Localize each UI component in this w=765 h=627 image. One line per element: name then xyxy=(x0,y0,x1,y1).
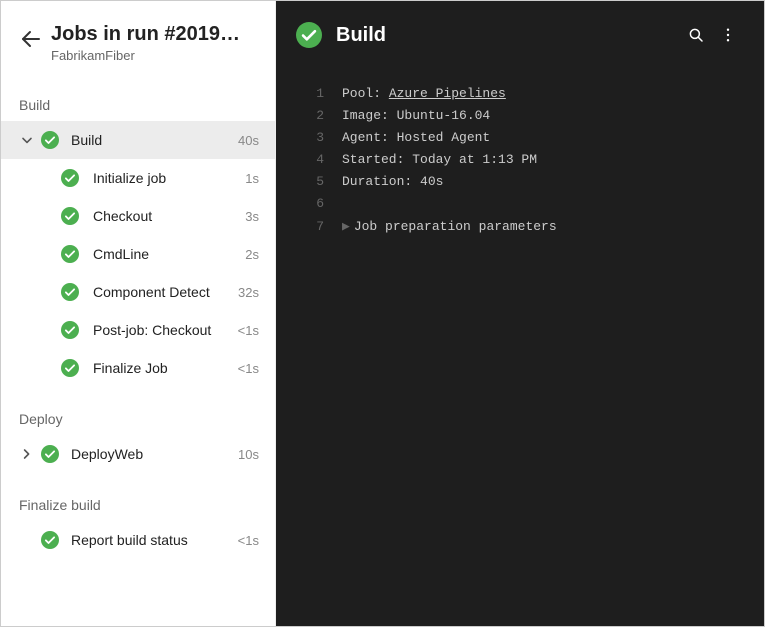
search-icon xyxy=(687,26,705,44)
caret-right-icon[interactable]: ▶ xyxy=(342,216,350,238)
step-duration: 1s xyxy=(245,171,259,186)
line-number: 3 xyxy=(294,127,324,149)
line-number: 7 xyxy=(294,216,324,238)
success-check-icon xyxy=(61,283,79,301)
step-duration: 2s xyxy=(245,247,259,262)
line-number: 4 xyxy=(294,149,324,171)
section-label: Build xyxy=(1,73,275,121)
log-line: 3Agent: Hosted Agent xyxy=(294,127,746,149)
step-name: Checkout xyxy=(93,208,239,224)
step-name: Initialize job xyxy=(93,170,239,186)
search-button[interactable] xyxy=(680,19,712,51)
log-header: Build xyxy=(276,1,764,59)
sidebar-header: Jobs in run #20191… FabrikamFiber xyxy=(1,1,275,73)
step-row[interactable]: Checkout 3s xyxy=(1,197,275,235)
step-row[interactable]: Component Detect 32s xyxy=(1,273,275,311)
success-check-icon xyxy=(61,245,79,263)
chevron-down-icon[interactable] xyxy=(19,132,35,148)
log-line: 2Image: Ubuntu-16.04 xyxy=(294,105,746,127)
job-name: Build xyxy=(71,132,232,148)
job-duration: <1s xyxy=(238,533,259,548)
step-duration: 32s xyxy=(238,285,259,300)
success-check-icon xyxy=(61,321,79,339)
log-line: 4Started: Today at 1:13 PM xyxy=(294,149,746,171)
log-link[interactable]: Azure Pipelines xyxy=(389,86,506,101)
log-body[interactable]: 1Pool: Azure Pipelines2Image: Ubuntu-16.… xyxy=(276,59,764,262)
step-duration: <1s xyxy=(238,361,259,376)
step-row[interactable]: Initialize job 1s xyxy=(1,159,275,197)
back-arrow-icon[interactable] xyxy=(19,27,43,51)
log-title: Build xyxy=(336,24,680,47)
step-row[interactable]: Post-job: Checkout <1s xyxy=(1,311,275,349)
job-duration: 40s xyxy=(238,133,259,148)
job-row[interactable]: DeployWeb 10s xyxy=(1,435,275,473)
step-duration: <1s xyxy=(238,323,259,338)
log-line: 6 xyxy=(294,193,746,215)
job-row[interactable]: Build 40s xyxy=(1,121,275,159)
more-vertical-icon xyxy=(719,26,737,44)
page-title: Jobs in run #20191… xyxy=(51,23,251,46)
success-check-icon xyxy=(296,22,322,48)
step-row[interactable]: CmdLine 2s xyxy=(1,235,275,273)
job-name: Report build status xyxy=(71,532,232,548)
step-name: Component Detect xyxy=(93,284,232,300)
log-line: 5Duration: 40s xyxy=(294,171,746,193)
step-name: CmdLine xyxy=(93,246,239,262)
log-line: 1Pool: Azure Pipelines xyxy=(294,83,746,105)
step-name: Finalize Job xyxy=(93,360,232,376)
success-check-icon xyxy=(61,207,79,225)
log-line: 7▶Job preparation parameters xyxy=(294,216,746,238)
step-row[interactable]: Finalize Job <1s xyxy=(1,349,275,387)
success-check-icon xyxy=(61,359,79,377)
more-options-button[interactable] xyxy=(712,19,744,51)
step-name: Post-job: Checkout xyxy=(93,322,232,338)
line-number: 1 xyxy=(294,83,324,105)
section-label: Finalize build xyxy=(1,473,275,521)
success-check-icon xyxy=(61,169,79,187)
sidebar: Jobs in run #20191… FabrikamFiber BuildB… xyxy=(1,1,276,626)
line-number: 2 xyxy=(294,105,324,127)
success-check-icon xyxy=(41,531,59,549)
success-check-icon xyxy=(41,445,59,463)
chevron-right-icon[interactable] xyxy=(19,446,35,462)
job-name: DeployWeb xyxy=(71,446,232,462)
job-duration: 10s xyxy=(238,447,259,462)
success-check-icon xyxy=(41,131,59,149)
log-panel: Build 1Pool: Azure Pipelines2Image: Ubun… xyxy=(276,1,764,626)
section-label: Deploy xyxy=(1,387,275,435)
line-number: 5 xyxy=(294,171,324,193)
line-number: 6 xyxy=(294,193,324,215)
job-row[interactable]: Report build status <1s xyxy=(1,521,275,559)
project-name[interactable]: FabrikamFiber xyxy=(51,48,251,63)
step-duration: 3s xyxy=(245,209,259,224)
